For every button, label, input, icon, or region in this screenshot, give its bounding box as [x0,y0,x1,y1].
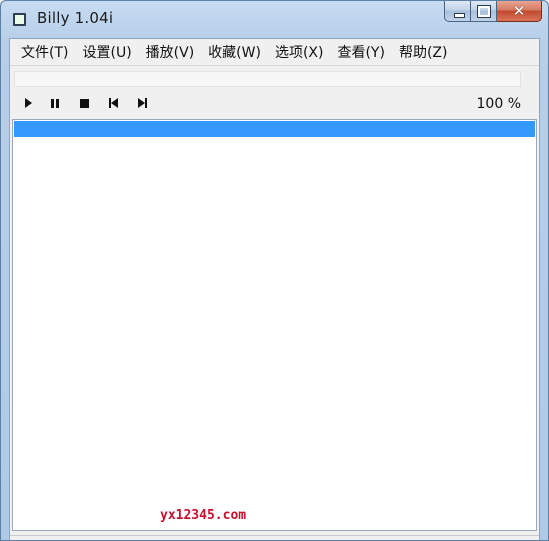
menu-file[interactable]: 文件(T) [14,39,75,65]
pause-icon [51,98,54,108]
title-bar[interactable]: Billy 1.04i ✕ [1,1,548,37]
play-button[interactable] [20,96,36,110]
play-icon [24,98,32,108]
minimize-button[interactable] [444,1,471,22]
next-icon [137,98,147,108]
close-button[interactable]: ✕ [497,1,542,22]
menu-options[interactable]: 选项(X) [268,39,331,65]
watermark-text: yx12345.com [160,508,247,523]
app-window: Billy 1.04i ✕ 文件(T) 设置(U) 播放(V) 收藏(W) 选项… [0,0,549,541]
previous-icon [108,98,118,108]
menu-bar: 文件(T) 设置(U) 播放(V) 收藏(W) 选项(X) 查看(Y) 帮助(Z… [10,39,539,66]
menu-settings[interactable]: 设置(U) [75,39,138,65]
seek-bar[interactable] [14,71,521,87]
previous-button[interactable] [105,96,121,110]
menu-help[interactable]: 帮助(Z) [392,39,455,65]
pause-button[interactable] [47,96,63,110]
caption-buttons: ✕ [444,1,542,23]
playlist[interactable] [12,119,537,531]
maximize-icon [477,5,491,18]
playlist-selected-row[interactable] [14,121,535,137]
close-icon: ✕ [512,2,526,20]
menu-favorites[interactable]: 收藏(W) [201,39,268,65]
stop-button[interactable] [76,96,92,110]
app-icon[interactable] [13,13,26,26]
client-area: 文件(T) 设置(U) 播放(V) 收藏(W) 选项(X) 查看(Y) 帮助(Z… [9,38,540,540]
next-button[interactable] [134,96,150,110]
volume-level[interactable]: 100 % [477,96,521,112]
menu-play[interactable]: 播放(V) [139,39,202,65]
menu-view[interactable]: 查看(Y) [330,39,391,65]
status-bar [10,535,539,540]
stop-icon [79,98,89,108]
maximize-button[interactable] [471,1,497,22]
minimize-icon [454,13,465,18]
transport-controls: 100 % [10,87,539,117]
window-title: Billy 1.04i [37,9,114,27]
